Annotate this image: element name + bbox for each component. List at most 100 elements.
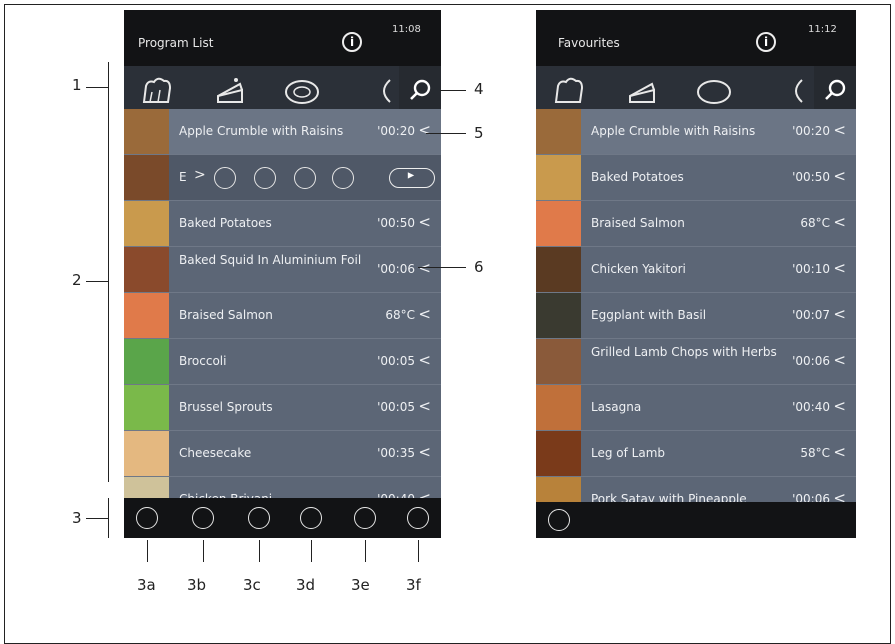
thumbnail xyxy=(124,109,169,154)
cake-icon[interactable] xyxy=(622,72,662,110)
list-item[interactable]: Baked Potatoes '00:50 < xyxy=(124,201,441,247)
pointer-line xyxy=(426,133,466,134)
chevron-left-icon[interactable]: < xyxy=(833,397,846,415)
bottom-toolbar xyxy=(124,498,441,538)
meat-icon[interactable] xyxy=(694,72,734,110)
list-item[interactable]: Grilled Lamb Chops with Herbs '00:06 < xyxy=(536,339,856,385)
steam-icon[interactable] xyxy=(332,167,354,189)
chevron-left-icon[interactable]: < xyxy=(418,397,431,415)
callout-3e: 3e xyxy=(351,576,370,594)
top-bar: Program List i 11:08 xyxy=(124,10,441,66)
chevron-left-icon[interactable]: < xyxy=(833,259,846,277)
meat-icon[interactable] xyxy=(282,72,322,110)
program-name: Braised Salmon xyxy=(591,216,685,230)
list-item[interactable]: Leg of Lamb 58°C < xyxy=(536,431,856,477)
menu-icon[interactable] xyxy=(254,167,276,189)
chevron-left-icon[interactable]: < xyxy=(833,351,846,369)
expanded-list-item[interactable]: E > xyxy=(124,155,441,201)
chevron-left-icon[interactable]: < xyxy=(833,121,846,139)
thumbnail xyxy=(536,155,581,200)
more-icon[interactable] xyxy=(364,72,391,110)
callout-3d: 3d xyxy=(296,576,316,594)
program-name: Apple Crumble with Raisins xyxy=(591,124,756,138)
bread-icon[interactable] xyxy=(138,72,178,110)
chevron-left-icon[interactable]: < xyxy=(418,121,431,139)
program-time: '00:05 xyxy=(377,400,415,414)
list-item[interactable]: Chicken Yakitori '00:10 < xyxy=(536,247,856,293)
info-icon[interactable]: i xyxy=(756,32,776,52)
list-item[interactable]: Lasagna '00:40 < xyxy=(536,385,856,431)
thumbnail xyxy=(536,293,581,338)
pointer-line xyxy=(203,540,204,562)
cake-icon[interactable] xyxy=(210,72,250,110)
callout-1: 1 xyxy=(72,76,82,94)
program-time: '00:20 xyxy=(377,124,415,138)
chevron-left-icon[interactable]: < xyxy=(418,259,431,277)
info-icon[interactable]: i xyxy=(342,32,362,52)
back-icon[interactable] xyxy=(548,509,570,531)
list-item[interactable]: Apple Crumble with Raisins '00:20 < xyxy=(124,109,441,155)
program-name: Apple Crumble with Raisins xyxy=(179,124,344,138)
callout-3: 3 xyxy=(72,509,82,527)
program-time: '00:50 xyxy=(792,170,830,184)
program-time: '00:20 xyxy=(792,124,830,138)
chevron-left-icon[interactable]: < xyxy=(418,305,431,323)
chevron-left-icon[interactable]: < xyxy=(418,213,431,231)
program-name: Broccoli xyxy=(179,354,227,368)
list-item[interactable]: Cheesecake '00:35 < xyxy=(124,431,441,477)
list-item[interactable]: Baked Squid In Aluminium Foil '00:06 < xyxy=(124,247,441,293)
program-time: '00:35 xyxy=(377,446,415,460)
timer-function-icon[interactable] xyxy=(300,507,322,529)
play-button[interactable] xyxy=(389,168,435,188)
list-item[interactable]: Baked Potatoes '00:50 < xyxy=(536,155,856,201)
chevron-left-icon[interactable]: < xyxy=(418,351,431,369)
timer-icon[interactable] xyxy=(214,167,236,189)
temperature-icon[interactable] xyxy=(248,507,270,529)
list-item[interactable]: Broccoli '00:05 < xyxy=(124,339,441,385)
list-item[interactable]: Braised Salmon 68°C < xyxy=(124,293,441,339)
chevron-right-icon[interactable]: > xyxy=(194,167,206,183)
thermometer-icon[interactable] xyxy=(294,167,316,189)
steam-function-icon[interactable] xyxy=(192,507,214,529)
pointer-line xyxy=(259,540,260,562)
program-name: Baked Squid In Aluminium Foil xyxy=(179,253,362,267)
thumbnail xyxy=(124,339,169,384)
more-icon[interactable] xyxy=(776,72,803,110)
thumbnail xyxy=(124,293,169,338)
back-icon[interactable] xyxy=(136,507,158,529)
program-time: '00:06 xyxy=(792,354,830,368)
program-name: Brussel Sprouts xyxy=(179,400,273,414)
chevron-left-icon[interactable]: < xyxy=(418,443,431,461)
cleaning-icon[interactable] xyxy=(407,507,429,529)
pointer-line xyxy=(147,540,148,562)
pointer-line xyxy=(311,540,312,562)
program-time: '00:50 xyxy=(377,216,415,230)
list-item[interactable]: Eggplant with Basil '00:07 < xyxy=(536,293,856,339)
clock-time: 11:08 xyxy=(392,24,421,35)
list-item[interactable]: Brussel Sprouts '00:05 < xyxy=(124,385,441,431)
pointer-line xyxy=(418,267,466,268)
program-name: Chicken Yakitori xyxy=(591,262,686,276)
program-name: Braised Salmon xyxy=(179,308,273,322)
screen-title: Favourites xyxy=(558,36,620,50)
chevron-left-icon[interactable]: < xyxy=(833,443,846,461)
bread-icon[interactable] xyxy=(550,72,590,110)
thumbnail xyxy=(124,201,169,246)
program-name: Baked Potatoes xyxy=(591,170,684,184)
list-item[interactable]: Apple Crumble with Raisins '00:20 < xyxy=(536,109,856,155)
callout-6: 6 xyxy=(474,258,484,276)
chevron-left-icon[interactable]: < xyxy=(833,213,846,231)
pointer-line xyxy=(418,540,419,562)
pointer-line xyxy=(365,540,366,562)
chevron-left-icon[interactable]: < xyxy=(833,305,846,323)
thumbnail xyxy=(536,201,581,246)
program-time: '00:10 xyxy=(792,262,830,276)
program-time: 68°C xyxy=(800,216,830,230)
probe-icon[interactable] xyxy=(354,507,376,529)
list-item[interactable]: Braised Salmon 68°C < xyxy=(536,201,856,247)
chevron-left-icon[interactable]: < xyxy=(833,167,846,185)
program-name: Grilled Lamb Chops with Herbs xyxy=(591,345,777,359)
callout-2: 2 xyxy=(72,271,82,289)
favourites-screen: Favourites i 11:12 Apple Crumble with Ra… xyxy=(536,10,856,538)
play-icon xyxy=(407,172,415,179)
